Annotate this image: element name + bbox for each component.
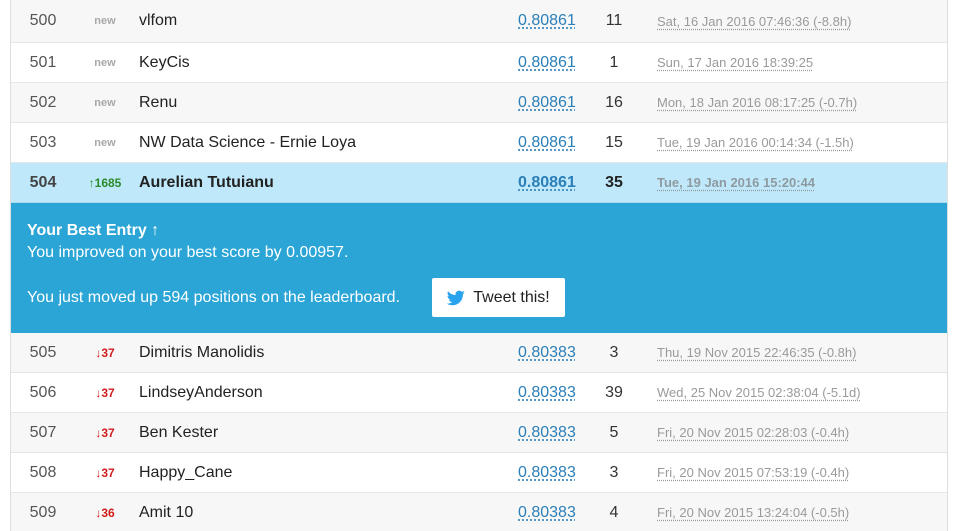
entries-count: 16	[605, 93, 623, 111]
twitter-bird-icon	[447, 290, 465, 306]
leaderboard-row[interactable]: 500 new vlfom 0.80861 11 Sat, 16 Jan 2016 07:…	[11, 0, 947, 43]
rank-change-badge: ↓37	[95, 465, 115, 480]
team-name-link[interactable]: Amit 10	[139, 493, 193, 531]
last-submission-time: Tue, 19 Jan 2016 15:20:44	[657, 175, 816, 190]
best-entry-banner: Your Best Entry ↑ You improved on your b…	[11, 203, 947, 333]
rank-cell: 506	[29, 383, 57, 401]
last-submission-time: Mon, 18 Jan 2016 08:17:25 (-0.7h)	[657, 95, 858, 110]
score-link[interactable]: 0.80861	[518, 43, 576, 82]
team-name-link[interactable]: NW Data Science - Ernie Loya	[139, 123, 356, 162]
my-entry-row[interactable]: 504 ↑1685 Aurelian Tutuianu 0.80861 35 T…	[11, 163, 947, 203]
tweet-button[interactable]: Tweet this!	[432, 278, 565, 317]
score-link[interactable]: 0.80861	[518, 163, 576, 202]
leaderboard-rows-after: 505 ↓37 Dimitris Manolidis 0.80383 3 Thu, 19 …	[11, 333, 947, 531]
banner-moved-text: You just moved up 594 positions on the l…	[27, 289, 401, 306]
team-name-link[interactable]: Happy_Cane	[139, 453, 232, 492]
new-badge: new	[94, 96, 116, 109]
score-link[interactable]: 0.80861	[518, 123, 576, 162]
last-submission-time: Sat, 16 Jan 2016 07:46:36 (-8.8h)	[657, 13, 852, 29]
team-name-link[interactable]: KeyCis	[139, 43, 190, 82]
team-name-link[interactable]: vlfom	[139, 0, 177, 42]
leaderboard-row[interactable]: 506 ↓37 LindseyAnderson 0.80383 39 Wed, 25 No…	[11, 373, 947, 413]
last-submission-time: Wed, 25 Nov 2015 02:38:04 (-5.1d)	[657, 385, 861, 400]
banner-title: Your Best Entry ↑	[27, 222, 160, 239]
rank-cell: 507	[29, 423, 57, 441]
entries-count: 15	[605, 133, 623, 151]
last-submission-time: Tue, 19 Jan 2016 00:14:34 (-1.5h)	[657, 135, 854, 150]
rank-cell: 505	[29, 343, 57, 361]
rank-change-badge: ↓37	[95, 345, 115, 360]
last-submission-time: Fri, 20 Nov 2015 13:24:04 (-0.5h)	[657, 505, 850, 520]
rank-cell: 504	[29, 173, 57, 191]
tweet-button-label: Tweet this!	[473, 288, 550, 306]
entries-count: 3	[609, 463, 619, 481]
last-submission-time: Sun, 17 Jan 2016 18:39:25	[657, 55, 814, 70]
new-badge: new	[94, 56, 116, 69]
rank-cell: 501	[29, 53, 57, 71]
entries-count: 3	[609, 343, 619, 361]
last-submission-time: Fri, 20 Nov 2015 07:53:19 (-0.4h)	[657, 465, 850, 480]
entries-count: 11	[605, 12, 623, 29]
entries-count: 4	[609, 503, 619, 521]
leaderboard-row[interactable]: 503 new NW Data Science - Ernie Loya 0.8086…	[11, 123, 947, 163]
team-name-link[interactable]: LindseyAnderson	[139, 373, 263, 412]
entries-count: 1	[609, 53, 619, 71]
entries-count: 5	[609, 423, 619, 441]
entries-count: 39	[605, 383, 623, 401]
leaderboard-row[interactable]: 505 ↓37 Dimitris Manolidis 0.80383 3 Thu, 19 …	[11, 333, 947, 373]
rank-cell: 500	[29, 12, 57, 29]
rank-cell: 508	[29, 463, 57, 481]
team-name-link[interactable]: Renu	[139, 83, 177, 122]
leaderboard-row[interactable]: 508 ↓37 Happy_Cane 0.80383 3 Fri, 20 Nov 2015…	[11, 453, 947, 493]
score-link[interactable]: 0.80383	[518, 493, 576, 531]
rank-change-badge: ↑1685	[88, 175, 122, 190]
rank-cell: 509	[29, 503, 57, 521]
score-link[interactable]: 0.80383	[518, 453, 576, 492]
team-name-link[interactable]: Dimitris Manolidis	[139, 333, 264, 372]
leaderboard-row[interactable]: 509 ↓36 Amit 10 0.80383 4 Fri, 20 Nov 2015 13…	[11, 493, 947, 531]
rank-cell: 502	[29, 93, 57, 111]
rank-change-badge: ↓37	[95, 385, 115, 400]
rank-change-badge: ↓36	[95, 505, 115, 520]
new-badge: new	[94, 136, 116, 149]
team-name-link[interactable]: Aurelian Tutuianu	[139, 163, 274, 202]
leaderboard-row[interactable]: 502 new Renu 0.80861 16 Mon, 18 Jan 2016 08:1…	[11, 83, 947, 123]
leaderboard-row[interactable]: 507 ↓37 Ben Kester 0.80383 5 Fri, 20 Nov 2015…	[11, 413, 947, 453]
last-submission-time: Fri, 20 Nov 2015 02:28:03 (-0.4h)	[657, 425, 850, 440]
leaderboard-row[interactable]: 501 new KeyCis 0.80861 1 Sun, 17 Jan 2016 18:…	[11, 43, 947, 83]
entries-count: 35	[605, 173, 623, 191]
last-submission-time: Thu, 19 Nov 2015 22:46:35 (-0.8h)	[657, 345, 857, 360]
score-link[interactable]: 0.80383	[518, 333, 576, 372]
banner-improved-text: You improved on your best score by 0.009…	[27, 244, 349, 261]
score-link[interactable]: 0.80383	[518, 373, 576, 412]
rank-cell: 503	[29, 133, 57, 151]
leaderboard: 500 new vlfom 0.80861 11 Sat, 16 Jan 2016 07:…	[10, 0, 948, 531]
team-name-link[interactable]: Ben Kester	[139, 413, 218, 452]
new-badge: new	[94, 15, 116, 27]
leaderboard-rows-before: 500 new vlfom 0.80861 11 Sat, 16 Jan 2016 07:…	[11, 0, 947, 163]
rank-change-badge: ↓37	[95, 425, 115, 440]
score-link[interactable]: 0.80861	[518, 83, 576, 122]
score-link[interactable]: 0.80383	[518, 413, 576, 452]
score-link[interactable]: 0.80861	[518, 0, 576, 42]
